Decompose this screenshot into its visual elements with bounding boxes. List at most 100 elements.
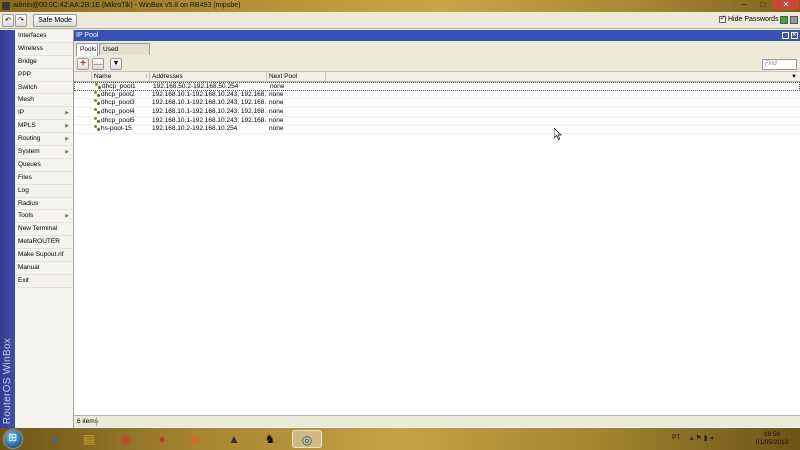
sidebar-item-log[interactable]: Log: [15, 185, 73, 198]
sidebar-item-switch[interactable]: Switch: [15, 82, 73, 95]
sidebar-item-radius[interactable]: Radius: [15, 198, 73, 211]
submenu-arrow-icon: ▶: [65, 213, 69, 220]
tray-icons[interactable]: ▴⚑▮◂: [690, 434, 715, 442]
sidebar-item-metarouter[interactable]: MetaROUTER: [15, 236, 73, 250]
sidebar-item-manual[interactable]: Manual: [15, 262, 73, 275]
status-bar: 6 items: [74, 415, 800, 427]
pool-name: dhcp_pool1: [102, 83, 136, 90]
routeros-winbox-brand: RouterOS WinBox: [2, 337, 13, 424]
pool-icon: [94, 125, 100, 132]
hide-passwords-toggle[interactable]: Hide Passwords: [719, 14, 779, 23]
pool-close-button[interactable]: [791, 29, 798, 40]
clock-date: 01/05/2013: [755, 439, 789, 446]
pool-icon: [94, 90, 100, 97]
remove-pool-button[interactable]: —: [92, 58, 104, 70]
windows-taskbar: ℯ ▤ ◉ ♦ ▶ ▲ ♞ ◎ PT ▴⚑▮◂ 18:56 01/05/2013: [0, 428, 800, 450]
sidebar-item-queues[interactable]: Queues: [15, 159, 73, 172]
table-row[interactable]: dhcp_pool2 192.168.10.1-192.168.10.243, …: [74, 90, 800, 100]
file-explorer-icon[interactable]: ▤: [77, 430, 101, 448]
sidebar-item-make-supout[interactable]: Make Supout.rif: [15, 249, 73, 263]
sidebar-item-mesh[interactable]: Mesh: [15, 94, 73, 108]
columns-dropdown-icon[interactable]: ▼: [788, 72, 800, 82]
app-dark-icon[interactable]: ▲: [222, 430, 246, 448]
minimize-button[interactable]: –: [735, 0, 753, 10]
app-figure-icon[interactable]: ♞: [258, 430, 282, 448]
sidebar-item-wireless[interactable]: Wireless: [15, 43, 73, 56]
winbox-taskbar-icon[interactable]: ◎: [292, 430, 322, 448]
internet-explorer-icon[interactable]: ℯ: [43, 430, 67, 448]
sidebar-item-routing[interactable]: Routing ▶: [15, 133, 73, 147]
undo-button[interactable]: ↶: [2, 14, 14, 27]
pool-maximize-button[interactable]: [782, 32, 789, 39]
pool-tabs: Pools Used Addresses: [74, 41, 800, 64]
pool-icon: [94, 108, 100, 115]
ip-pool-title: IP Pool: [76, 32, 99, 39]
table-header: Name / Addresses Next Pool ▼: [74, 72, 800, 82]
submenu-arrow-icon: ▶: [65, 136, 69, 143]
submenu-arrow-icon: ▶: [65, 123, 69, 130]
column-header-name[interactable]: Name /: [92, 72, 150, 82]
add-pool-button[interactable]: +: [77, 58, 89, 70]
pool-addresses: 192.168.10.1-192.168.10.243, 192.168....: [152, 90, 267, 98]
table-row[interactable]: dhcp_pool4 192.168.10.1-192.168.10.243, …: [74, 108, 800, 117]
window-titlebar[interactable]: admin@00:0C:42:AA:2B:1E (MikroTik) - Win…: [0, 0, 800, 12]
filter-button[interactable]: ▼: [110, 58, 122, 70]
ip-pool-window: IP Pool Pools Used Addresses + — ▼ Find …: [74, 29, 800, 428]
main-toolbar: ↶ ↷ Safe Mode Hide Passwords: [0, 12, 800, 29]
sidebar-item-tools[interactable]: Tools ▶: [15, 210, 73, 224]
tab-used-addresses[interactable]: Used Addresses: [99, 43, 150, 64]
hide-passwords-checkbox[interactable]: [719, 14, 726, 23]
app-red-icon[interactable]: ♦: [150, 430, 174, 448]
sidebar-item-ip[interactable]: IP ▶: [15, 107, 73, 121]
tab-pools[interactable]: Pools: [76, 43, 98, 56]
system-clock[interactable]: 18:56 01/05/2013: [748, 431, 796, 447]
redo-button[interactable]: ↷: [15, 14, 27, 27]
header-blank: [74, 72, 92, 82]
start-button[interactable]: [4, 430, 22, 448]
pool-addresses: 192.168.10.1-192.168.10.243, 192.168....: [152, 108, 267, 116]
table-row[interactable]: hs-pool-15 192.168.10.2-192.168.10.254 n…: [74, 125, 800, 135]
find-input[interactable]: Find: [762, 59, 797, 70]
language-indicator[interactable]: PT: [672, 434, 680, 441]
pool-next-pool: none: [269, 116, 284, 124]
pool-next-pool: none: [269, 108, 284, 116]
window-title: admin@00:0C:42:AA:2B:1E (MikroTik) - Win…: [13, 2, 241, 9]
pool-addresses: 192.168.10.1-192.168.10.243, 192.168....: [152, 99, 267, 107]
sidebar-item-exit[interactable]: Exit: [15, 275, 73, 288]
column-header-next-pool[interactable]: Next Pool: [267, 72, 326, 82]
sidebar-item-new-terminal[interactable]: New Terminal: [15, 223, 73, 237]
status-divider: [96, 417, 97, 426]
winbox-app-icon: [2, 2, 10, 10]
safe-mode-button[interactable]: Safe Mode: [33, 14, 77, 27]
sidebar-item-mpls[interactable]: MPLS ▶: [15, 120, 73, 134]
pool-addresses: 192.168.10.1-192.168.10.243, 192.168....: [152, 116, 267, 124]
sidebar-item-interfaces[interactable]: Interfaces: [15, 30, 73, 43]
sidebar-item-system[interactable]: System ▶: [15, 146, 73, 159]
pool-table: Name / Addresses Next Pool ▼ dhcp_pool1 1…: [74, 72, 800, 135]
pool-name: dhcp_pool3: [101, 99, 135, 107]
item-count: 6 items: [77, 418, 98, 425]
sort-indicator-icon: /: [145, 74, 147, 80]
column-header-addresses[interactable]: Addresses: [150, 72, 267, 82]
sidebar-item-files[interactable]: Files: [15, 172, 73, 185]
pool-name: dhcp_pool2: [101, 90, 135, 98]
pool-next-pool: none: [269, 90, 284, 98]
maximize-button[interactable]: □: [754, 0, 772, 10]
close-window-button[interactable]: ✕: [773, 0, 799, 10]
secure-status-icon: [790, 16, 798, 24]
chrome-icon[interactable]: ◉: [114, 430, 138, 448]
pool-toolbar: + — ▼ Find: [74, 56, 800, 72]
submenu-arrow-icon: ▶: [65, 149, 69, 156]
pool-next-pool: none: [269, 125, 284, 133]
pool-icon: [94, 116, 100, 123]
media-player-icon[interactable]: ▶: [185, 430, 209, 448]
mouse-cursor-icon: [554, 128, 562, 140]
sidebar-item-bridge[interactable]: Bridge: [15, 56, 73, 69]
table-row[interactable]: dhcp_pool3 192.168.10.1-192.168.10.243, …: [74, 99, 800, 109]
sidebar-item-ppp[interactable]: PPP: [15, 69, 73, 82]
table-row[interactable]: dhcp_pool1 192.168.50.2-192.168.50.254 n…: [74, 82, 800, 91]
pool-icon: [95, 83, 101, 89]
table-row[interactable]: dhcp_pool5 192.168.10.1-192.168.10.243, …: [74, 116, 800, 126]
clock-time: 18:56: [763, 431, 781, 438]
ip-pool-titlebar[interactable]: IP Pool: [74, 29, 800, 41]
